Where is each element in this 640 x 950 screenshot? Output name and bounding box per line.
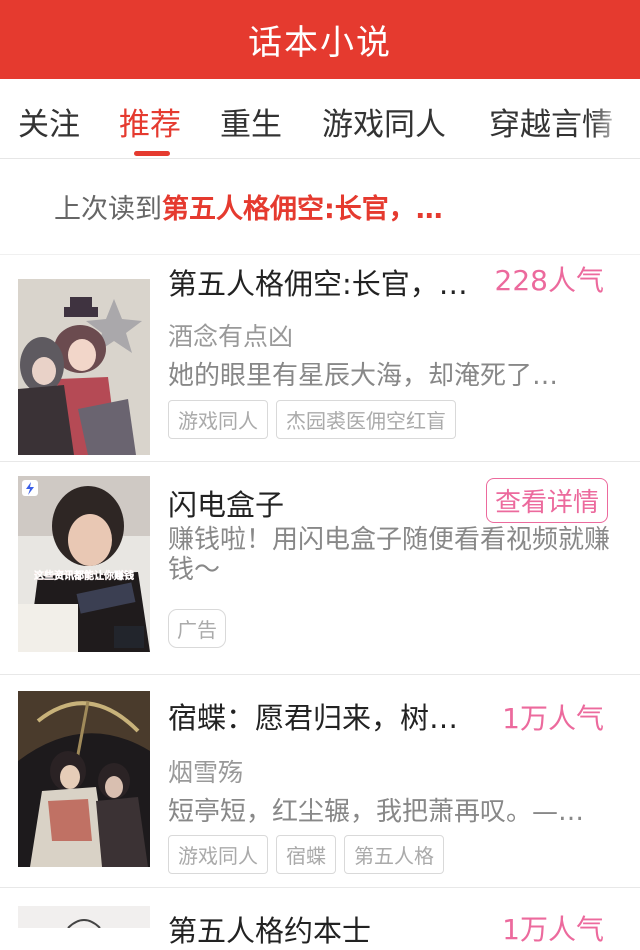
tabs-fade-edge <box>592 79 640 158</box>
popularity-count: 1万人气 <box>502 702 604 735</box>
tab-game-fanfic[interactable]: 游戏同人 <box>322 99 446 144</box>
app-header: 话本小说 <box>0 0 640 79</box>
book-title[interactable]: 第五人格佣空:长官，… <box>168 261 468 303</box>
book-cover[interactable] <box>18 279 150 455</box>
popularity-count: 1万人气 <box>502 913 604 946</box>
last-read-book[interactable]: 第五人格佣空:长官，… <box>162 187 443 226</box>
book-cover[interactable] <box>18 906 150 928</box>
tag-list: 广告 <box>168 609 226 648</box>
ad-cover-caption: 这些资讯都能让你赚钱 <box>34 569 134 582</box>
book-description: 她的眼里有星辰大海，却淹死了… <box>168 361 559 391</box>
ad-description: 赚钱啦！用闪电盒子随便看看视频就赚钱～ <box>168 525 611 585</box>
tag[interactable]: 宿蝶 <box>276 835 336 874</box>
tag[interactable]: 游戏同人 <box>168 835 268 874</box>
ad-cover[interactable]: 这些资讯都能让你赚钱 <box>18 476 150 652</box>
tag-list: 游戏同人 宿蝶 第五人格 <box>168 835 444 874</box>
ad-badge: 广告 <box>168 609 226 648</box>
tag[interactable]: 第五人格 <box>344 835 444 874</box>
ad-list-item[interactable]: 这些资讯都能让你赚钱 闪电盒子 查看详情 赚钱啦！用闪电盒子随便看看视频就赚钱～… <box>0 462 640 675</box>
book-list-item[interactable]: 第五人格佣空:长官，… 228人气 酒念有点凶 她的眼里有星辰大海，却淹死了… … <box>0 255 640 462</box>
view-details-button[interactable]: 查看详情 <box>485 478 608 523</box>
last-read-prefix: 上次读到 <box>54 194 162 225</box>
tab-recommend[interactable]: 推荐 <box>119 99 181 144</box>
tag[interactable]: 杰园裘医佣空红盲 <box>276 400 456 439</box>
category-tabs: 关注 推荐 重生 游戏同人 穿越言情 <box>0 79 640 159</box>
book-author[interactable]: 酒念有点凶 <box>168 317 293 353</box>
book-description: 短亭短，红尘辗，我把萧再叹。—… <box>168 797 585 827</box>
popularity-count: 228人气 <box>494 264 604 297</box>
book-author[interactable]: 烟雪殇 <box>168 753 243 789</box>
app-title: 话本小说 <box>248 23 392 63</box>
book-list-item[interactable]: 宿蝶：愿君归来，树… 1万人气 烟雪殇 短亭短，红尘辗，我把萧再叹。—… 游戏同… <box>0 675 640 888</box>
tab-rebirth[interactable]: 重生 <box>220 99 282 144</box>
tab-follow[interactable]: 关注 <box>18 99 80 144</box>
book-cover[interactable] <box>18 691 150 867</box>
tag[interactable]: 游戏同人 <box>168 400 268 439</box>
ad-title[interactable]: 闪电盒子 <box>168 482 284 524</box>
book-title[interactable]: 第五人格约本士 <box>168 908 371 950</box>
book-title[interactable]: 宿蝶：愿君归来，树… <box>168 695 458 737</box>
tag-list: 游戏同人 杰园裘医佣空红盲 <box>168 400 456 439</box>
book-list-item[interactable]: 第五人格约本士 1万人气 <box>0 888 640 948</box>
last-read-banner[interactable]: 上次读到 第五人格佣空:长官，… <box>0 159 640 255</box>
active-tab-indicator <box>134 151 170 156</box>
